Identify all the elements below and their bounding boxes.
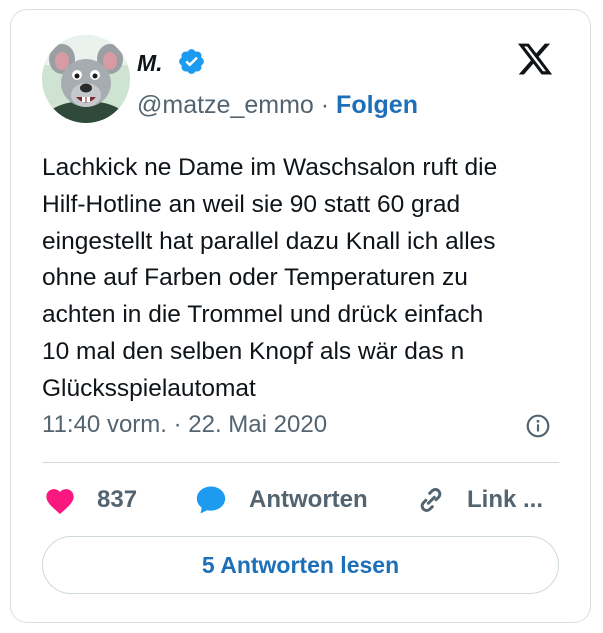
- x-logo-icon[interactable]: [516, 40, 554, 78]
- read-replies-button[interactable]: 5 Antworten lesen: [42, 536, 559, 594]
- like-button[interactable]: 837: [43, 482, 137, 518]
- reply-bubble-icon: [196, 486, 226, 514]
- reply-button[interactable]: Antworten: [193, 482, 368, 518]
- tweet-card: M. @matze_emmo · Folgen Lachkick ne Dame…: [10, 9, 591, 623]
- display-name[interactable]: M.: [137, 50, 163, 76]
- info-icon[interactable]: [525, 413, 551, 439]
- handle-row: @matze_emmo · Folgen: [137, 90, 418, 120]
- user-handle[interactable]: @matze_emmo: [137, 91, 314, 119]
- reply-label: Antworten: [249, 486, 368, 513]
- verified-badge-icon: [179, 49, 204, 74]
- handle-separator: ·: [313, 91, 337, 119]
- tweet-text: Lachkick ne Dame im Waschsalon ruft die …: [42, 154, 498, 402]
- follow-button[interactable]: Folgen: [336, 91, 418, 119]
- link-icon: [420, 488, 442, 512]
- divider: [42, 462, 559, 463]
- avatar[interactable]: [42, 35, 130, 123]
- copy-link-label: Link ...: [467, 486, 544, 513]
- copy-link-button[interactable]: Link ...: [415, 482, 543, 518]
- heart-icon: [46, 489, 74, 515]
- like-count: 837: [97, 486, 138, 513]
- avatar-image: [42, 35, 130, 123]
- tweet-timestamp[interactable]: 11:40 vorm. · 22. Mai 2020: [42, 410, 327, 440]
